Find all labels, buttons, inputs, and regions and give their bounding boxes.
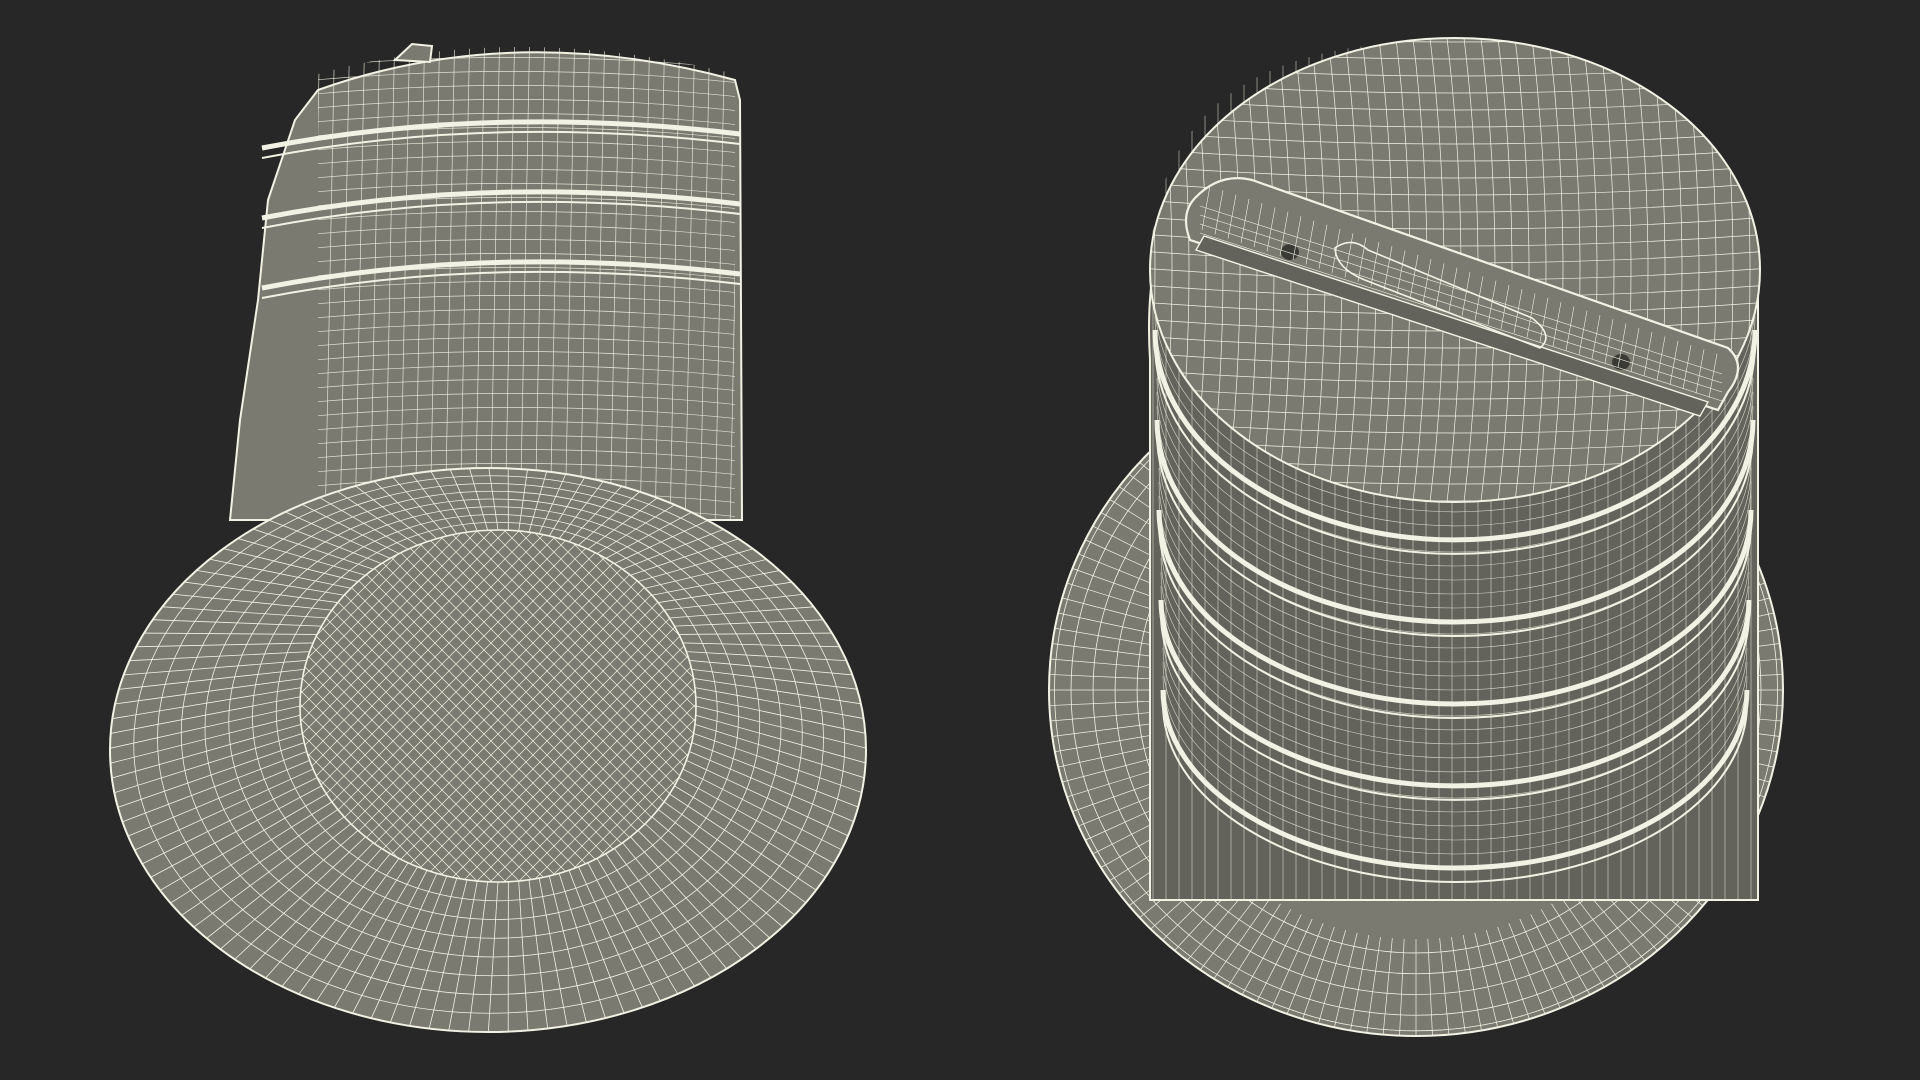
wireframe-render (109, 37, 1784, 1037)
top-tab (392, 42, 434, 64)
screw-hole-right (1612, 354, 1630, 370)
bottom-view-model (109, 42, 867, 1033)
viewport (0, 0, 1920, 1080)
screw-hole-left (1281, 244, 1299, 260)
top-view-model (1048, 37, 1784, 1037)
